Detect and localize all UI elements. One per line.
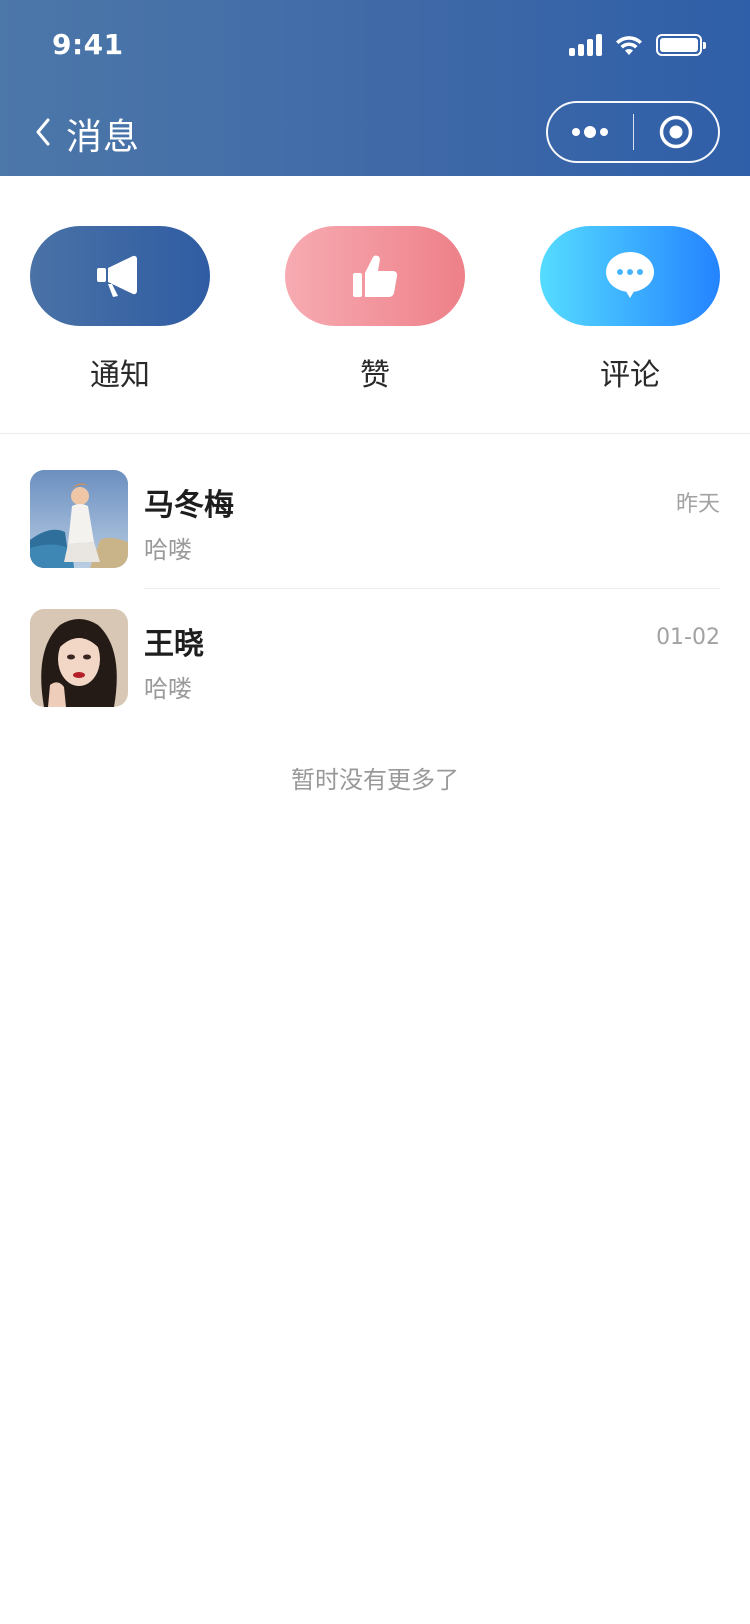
like-pill[interactable] [285, 226, 465, 326]
close-miniprogram-button[interactable] [634, 103, 719, 161]
no-more-text: 暂时没有更多了 [291, 766, 459, 794]
like-label: 赞 [360, 358, 390, 393]
more-button[interactable] [548, 103, 633, 161]
avatar [30, 470, 128, 568]
comment-pill[interactable] [540, 226, 720, 326]
notify-label: 通知 [90, 358, 150, 393]
message-preview: 哈喽 [144, 675, 192, 703]
category-like[interactable]: 赞 [285, 226, 465, 394]
target-icon [659, 115, 692, 149]
category-notify[interactable]: 通知 [30, 226, 210, 394]
comment-label: 评论 [600, 358, 660, 393]
contact-name: 马冬梅 [144, 488, 234, 523]
wifi-icon [616, 36, 642, 55]
page-title: 消息 [66, 117, 141, 158]
category-row: 通知 赞 评论 [0, 176, 750, 434]
chevron-left-icon [36, 118, 50, 146]
more-dots-icon [572, 126, 609, 138]
notify-pill[interactable] [30, 226, 210, 326]
back-button[interactable] [26, 110, 60, 154]
header-bar: 9:41 消息 [0, 0, 750, 176]
comment-bubble-icon [606, 252, 654, 298]
status-time: 9:41 [52, 28, 124, 61]
contact-name: 王晓 [144, 627, 204, 662]
message-time: 昨天 [675, 492, 720, 517]
message-preview: 哈喽 [144, 536, 192, 564]
megaphone-icon [97, 255, 138, 297]
message-time: 01-02 [656, 625, 720, 650]
avatar [30, 609, 128, 707]
item-divider [144, 588, 720, 589]
list-item[interactable]: 马冬梅 哈喽 昨天 [0, 470, 750, 590]
list-item[interactable]: 王晓 哈喽 01-02 [0, 609, 750, 729]
battery-icon [656, 34, 706, 56]
section-divider [0, 433, 750, 434]
status-icons [569, 30, 706, 60]
thumbs-up-icon [353, 255, 398, 298]
signal-icon [569, 34, 602, 56]
miniprogram-capsule [546, 101, 720, 163]
category-comment[interactable]: 评论 [540, 226, 720, 394]
